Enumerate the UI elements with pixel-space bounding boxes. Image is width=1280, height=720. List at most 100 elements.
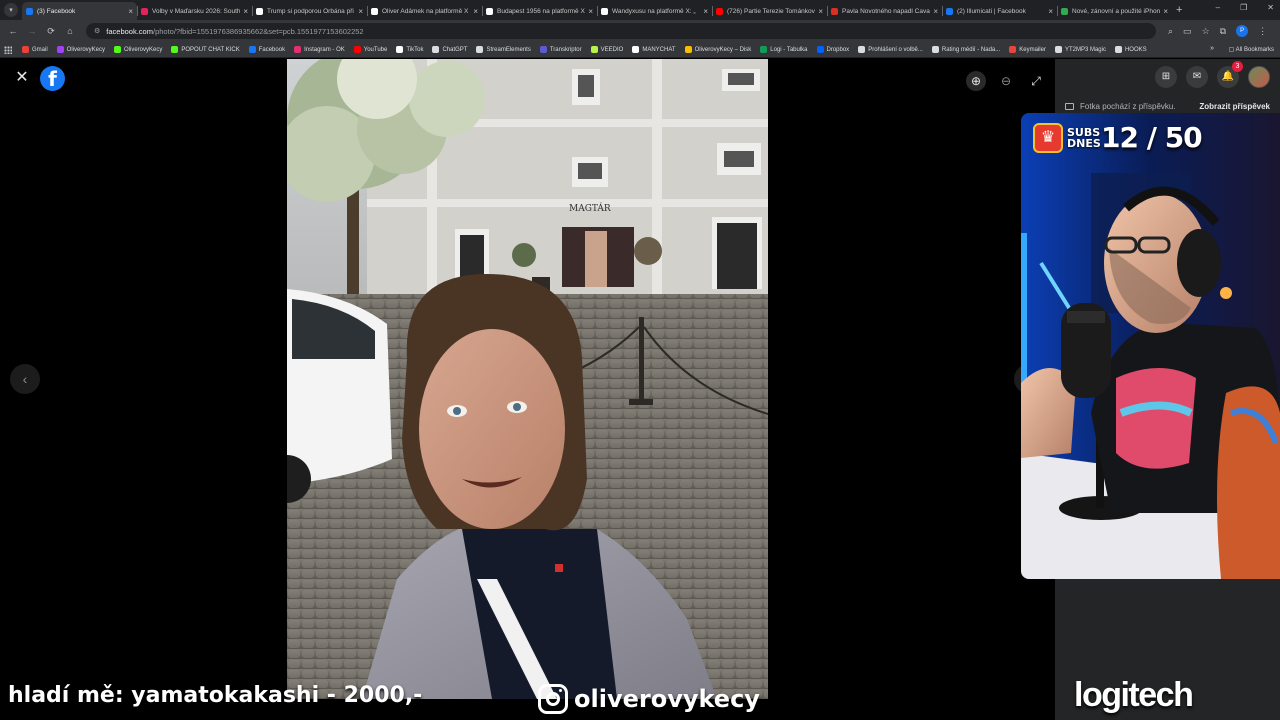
- close-tab-icon[interactable]: ×: [473, 7, 478, 16]
- bookmark-item[interactable]: POPOUT CHAT KICK: [171, 46, 240, 53]
- bookmark-item[interactable]: OliverovyKecy – Disk: [684, 46, 751, 53]
- bookmark-label: Facebook: [258, 46, 286, 53]
- browser-tab[interactable]: (726) Partie Terezie Tománková ×: [712, 2, 827, 20]
- browser-tab[interactable]: Pavla Novotného napadl Cavan ×: [827, 2, 942, 20]
- bookmark-favicon-icon: [1114, 46, 1122, 53]
- bookmark-favicon-icon: [931, 46, 939, 53]
- bookmark-item[interactable]: StreamElements: [476, 46, 531, 53]
- bookmark-favicon-icon: [1054, 46, 1062, 53]
- bookmark-item[interactable]: Gmail: [22, 46, 48, 53]
- bookmark-star-icon[interactable]: ☆: [1202, 26, 1210, 37]
- home-icon[interactable]: ⌂: [63, 26, 77, 36]
- tab-title: (3) Facebook: [37, 7, 76, 15]
- bookmark-item[interactable]: Instagram - OK: [294, 46, 345, 53]
- tab-search-button[interactable]: ▾: [4, 3, 18, 17]
- streamer-webcam-illustration: [1021, 113, 1280, 579]
- close-tab-icon[interactable]: ×: [358, 7, 363, 16]
- bookmark-item[interactable]: Facebook: [248, 46, 286, 53]
- bookmark-favicon-icon: [816, 46, 824, 53]
- fullscreen-icon[interactable]: ⤢: [1026, 71, 1046, 91]
- menu-grid-icon[interactable]: ⊞: [1155, 66, 1177, 88]
- zoom-page-icon[interactable]: ⌕: [1168, 26, 1173, 37]
- close-viewer-button[interactable]: ✕: [11, 67, 33, 89]
- bookmark-label: OliverovyKecy: [66, 46, 106, 53]
- x-icon: [486, 7, 493, 15]
- close-tab-icon[interactable]: ×: [588, 7, 593, 16]
- instagram-handle: oliverovykecy: [574, 685, 760, 713]
- bookmark-item[interactable]: Prohlášení o volbě...: [858, 46, 923, 53]
- bookmark-item[interactable]: Logi - Tabulka: [760, 46, 808, 53]
- reload-icon[interactable]: ⟳: [44, 26, 58, 37]
- minimize-icon[interactable]: –: [1216, 3, 1220, 12]
- site-info-icon[interactable]: ⚙: [94, 27, 100, 35]
- back-icon[interactable]: ←: [6, 26, 20, 36]
- bookmark-label: VEEDIO: [600, 46, 624, 53]
- close-tab-icon[interactable]: ×: [703, 7, 708, 16]
- instagram-handle-overlay: oliverovykecy: [538, 684, 760, 714]
- account-avatar[interactable]: [1248, 66, 1270, 88]
- bookmark-item[interactable]: HOOKS: [1114, 46, 1147, 53]
- bookmark-item[interactable]: YT2MP3 Magic: [1054, 46, 1106, 53]
- bookmark-favicon-icon: [171, 46, 179, 53]
- previous-photo-button[interactable]: ‹: [10, 364, 40, 394]
- browser-tab[interactable]: Oliver Adámek na platformě X ×: [367, 2, 482, 20]
- close-tab-icon[interactable]: ×: [1048, 7, 1053, 16]
- messenger-icon[interactable]: ✉: [1186, 66, 1208, 88]
- subs-label: SUBS DNES: [1067, 125, 1101, 150]
- bookmark-favicon-icon: [539, 46, 547, 53]
- address-bar[interactable]: ⚙ facebook.com /photo/?fbid=155197638693…: [86, 23, 1156, 39]
- profile-avatar[interactable]: P: [1236, 25, 1249, 37]
- notifications-bell-icon[interactable]: 🔔 3: [1217, 61, 1243, 88]
- new-tab-button[interactable]: +: [1176, 4, 1182, 16]
- bookmark-item[interactable]: Keymailer: [1009, 46, 1046, 53]
- more-bookmarks-icon[interactable]: »: [1210, 45, 1214, 52]
- x-icon: [371, 7, 378, 15]
- bookmark-item[interactable]: MANYCHAT: [632, 46, 676, 53]
- all-bookmarks-button[interactable]: ▢ All Bookmarks: [1229, 46, 1274, 53]
- bookmark-label: OliverovyKecy: [124, 46, 163, 53]
- url-host: facebook.com: [106, 26, 153, 36]
- bookmark-item[interactable]: Dropbox: [816, 46, 849, 53]
- browser-tab[interactable]: (3) Facebook ×: [22, 2, 137, 20]
- bookmark-item[interactable]: ChatGPT: [432, 46, 467, 53]
- apps-grid-icon[interactable]: [4, 45, 12, 54]
- extensions-icon[interactable]: ⧉: [1220, 26, 1226, 37]
- bookmark-item[interactable]: OliverovyKecy: [56, 46, 106, 53]
- close-tab-icon[interactable]: ×: [933, 7, 938, 16]
- cast-icon[interactable]: ▭: [1183, 26, 1192, 37]
- bookmark-item[interactable]: YouTube: [353, 46, 387, 53]
- bookmark-label: Keymailer: [1019, 46, 1046, 53]
- facebook-logo-icon[interactable]: f: [40, 66, 65, 91]
- browser-tab[interactable]: Budapest 1956 na platformě X ×: [482, 2, 597, 20]
- bookmark-item[interactable]: Rating médií - Nada...: [931, 46, 1000, 53]
- browser-tab[interactable]: Trump si podporou Orbána při ×: [252, 2, 367, 20]
- restore-icon[interactable]: ❐: [1240, 3, 1247, 12]
- bookmark-item[interactable]: Transkriptor: [539, 46, 582, 53]
- close-window-icon[interactable]: ✕: [1267, 3, 1274, 12]
- bookmark-item[interactable]: TikTok: [396, 46, 423, 53]
- zoom-out-icon[interactable]: ⊖: [996, 71, 1016, 91]
- close-tab-icon[interactable]: ×: [1163, 7, 1168, 16]
- photo-viewer: ✕ f ‹ › ⊕ ⊖ ⤢: [0, 59, 1280, 720]
- close-tab-icon[interactable]: ×: [128, 7, 133, 16]
- bookmark-favicon-icon: [684, 46, 692, 53]
- instagram-icon: [538, 684, 568, 714]
- bookmark-label: ChatGPT: [442, 46, 468, 53]
- browser-menu-icon[interactable]: ⋮: [1258, 26, 1267, 37]
- browser-tab[interactable]: Volby v Maďarsku 2026: South ×: [137, 2, 252, 20]
- news-icon: [831, 7, 838, 15]
- browser-tab[interactable]: Nové, zánovní a použité iPhone ×: [1057, 2, 1172, 20]
- bookmark-item[interactable]: VEEDIO: [590, 46, 624, 53]
- view-post-link[interactable]: Zobrazit příspěvek: [1199, 102, 1270, 111]
- close-tab-icon[interactable]: ×: [243, 7, 248, 16]
- bookmark-item[interactable]: OliverovyKecy: [114, 46, 162, 53]
- donation-ticker: hladí mě: yamatokakashi - 2000,-: [8, 683, 423, 708]
- browser-tab[interactable]: Wandyxusu na platformě X: „ ×: [597, 2, 712, 20]
- url-path: /photo/?fbid=1551976386935662&set=pcb.15…: [152, 26, 364, 36]
- zoom-in-icon[interactable]: ⊕: [966, 71, 986, 91]
- bookmark-favicon-icon: [858, 46, 866, 53]
- forward-icon[interactable]: →: [25, 26, 39, 36]
- browser-tab[interactable]: (2) Illumicati | Facebook ×: [942, 2, 1057, 20]
- building-sign-text: MAGTÁR: [569, 202, 611, 214]
- close-tab-icon[interactable]: ×: [818, 7, 823, 16]
